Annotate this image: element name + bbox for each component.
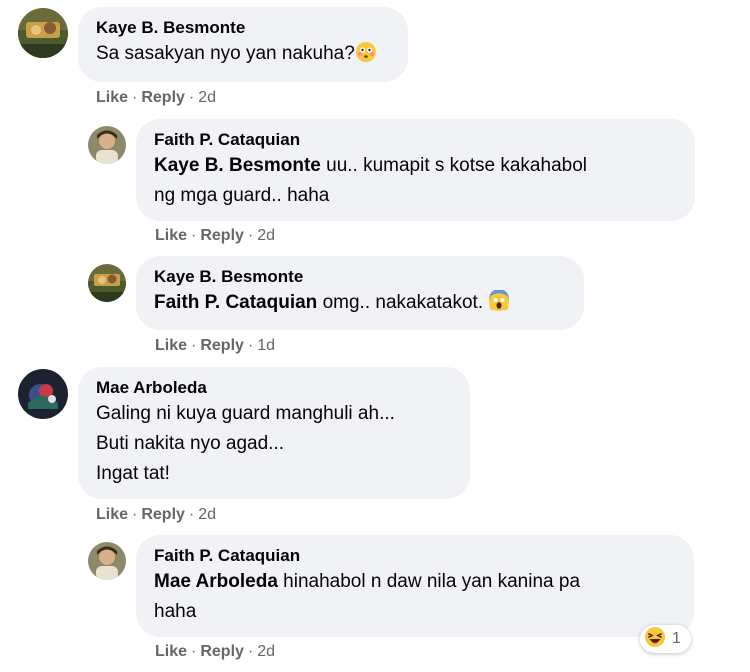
comment-body: omg.. nakakatakot. [317,292,489,313]
like-button[interactable]: Like [96,506,128,523]
avatar-kaye-image [18,8,68,58]
comment-author[interactable]: Faith P. Cataquian [154,129,677,151]
comment-text: Sa sasakyan nyo yan nakuha? [96,39,390,69]
like-button[interactable]: Like [155,643,187,660]
comment-author[interactable]: Kaye B. Besmonte [96,17,390,39]
comment-text: Galing ni kuya guard manghuli ah... Buti… [96,403,395,484]
reply-button[interactable]: Reply [141,506,185,523]
comment-text: Mae Arboleda hinahabol n daw nila yan ka… [154,567,676,627]
comment-bubble-3: Kaye B. Besmonte Faith P. Cataquian omg.… [136,256,584,330]
screaming-face-icon [488,289,510,312]
comment-actions: Like · Reply · 2d [96,88,216,108]
separator: · [191,227,197,244]
reaction-summary[interactable]: 1 [640,625,691,653]
separator: · [188,89,195,106]
comment-author[interactable]: Kaye B. Besmonte [154,266,566,288]
comment-author[interactable]: Mae Arboleda [96,377,452,399]
comment-bubble-2: Faith P. Cataquian Kaye B. Besmonte uu..… [136,119,695,221]
timestamp[interactable]: 1d [257,337,275,354]
flushed-face-icon [355,41,377,63]
comment-actions: Like · Reply · 2d [155,642,275,662]
like-button[interactable]: Like [96,89,128,106]
comment-actions: Like · Reply · 2d [96,505,216,525]
avatar-mae-image [18,369,68,419]
separator: · [247,227,254,244]
avatar-faith[interactable] [88,126,126,164]
haha-reaction-icon [644,626,666,653]
comment-body: Sa sasakyan nyo yan nakuha? [96,43,355,64]
separator: · [247,337,254,354]
timestamp[interactable]: 2d [198,89,216,106]
separator: · [188,506,195,523]
comment-actions: Like · Reply · 1d [155,336,275,356]
mention-link[interactable]: Mae Arboleda [154,571,278,592]
comment-bubble-1: Kaye B. Besmonte Sa sasakyan nyo yan nak… [78,7,408,82]
avatar-faith-image [88,542,126,580]
avatar-faith-image [88,126,126,164]
comment-bubble-5: Faith P. Cataquian Mae Arboleda hinahabo… [136,535,694,637]
timestamp[interactable]: 2d [198,506,216,523]
separator: · [132,506,138,523]
mention-link[interactable]: Kaye B. Besmonte [154,155,321,176]
separator: · [247,643,254,660]
avatar-kaye-image [88,264,126,302]
separator: · [191,643,197,660]
reply-button[interactable]: Reply [141,89,185,106]
timestamp[interactable]: 2d [257,227,275,244]
reply-button[interactable]: Reply [200,643,244,660]
comment-text: Faith P. Cataquian omg.. nakakatakot. [154,288,566,318]
avatar-kaye[interactable] [88,264,126,302]
avatar-faith[interactable] [88,542,126,580]
reply-button[interactable]: Reply [200,337,244,354]
like-button[interactable]: Like [155,337,187,354]
avatar-kaye[interactable] [18,8,68,58]
timestamp[interactable]: 2d [257,643,275,660]
like-button[interactable]: Like [155,227,187,244]
mention-link[interactable]: Faith P. Cataquian [154,292,317,313]
reaction-count: 1 [672,630,681,647]
comment-author[interactable]: Faith P. Cataquian [154,545,676,567]
comment-text: Kaye B. Besmonte uu.. kumapit s kotse ka… [154,151,677,211]
reply-button[interactable]: Reply [200,227,244,244]
avatar-mae[interactable] [18,369,68,419]
comment-actions: Like · Reply · 2d [155,226,275,246]
separator: · [191,337,197,354]
comment-bubble-4: Mae Arboleda Galing ni kuya guard manghu… [78,367,470,499]
separator: · [132,89,138,106]
